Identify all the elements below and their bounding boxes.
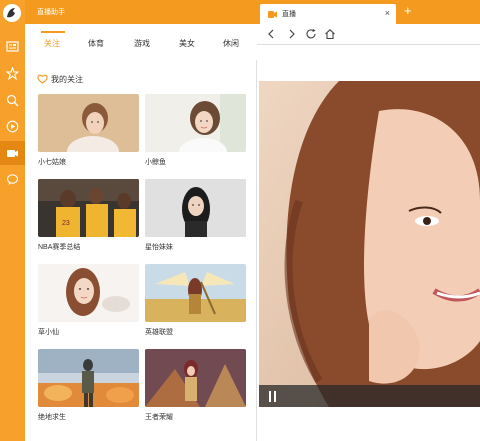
tab-games[interactable]: 游戏	[134, 38, 150, 49]
stream-card[interactable]: 王者荣耀	[145, 349, 246, 422]
section-header: 我的关注	[37, 73, 83, 85]
stream-card[interactable]: 草小仙	[38, 264, 139, 337]
close-icon[interactable]: ×	[385, 8, 390, 18]
stream-thumbnail: 23	[38, 179, 139, 237]
stream-thumbnail	[145, 179, 246, 237]
app-titlebar: 直播助手	[0, 0, 257, 24]
browser-toolbar	[257, 24, 480, 45]
stream-title: 草小仙	[38, 329, 59, 336]
browser-tab[interactable]: 直播 ×	[260, 4, 396, 24]
app-title: 直播助手	[37, 9, 65, 16]
sidebar	[0, 0, 25, 441]
stream-thumbnail	[145, 94, 246, 152]
category-tabs: 关注 体育 游戏 美女 休闲	[25, 24, 257, 60]
back-icon[interactable]	[265, 28, 277, 40]
heart-icon	[37, 74, 48, 84]
browser-tab-title: 直播	[282, 11, 296, 18]
stream-title: 王者荣耀	[145, 414, 173, 421]
stream-thumbnail	[38, 264, 139, 322]
stream-title: 小七姑娘	[38, 159, 66, 166]
stream-title: 星怡妹妹	[145, 244, 173, 251]
stream-card[interactable]: 小鲸鱼	[145, 94, 246, 167]
active-tab-underline	[41, 31, 65, 33]
stream-card[interactable]: 英雄联盟	[145, 264, 246, 337]
play-icon[interactable]	[6, 120, 19, 133]
home-icon[interactable]	[324, 28, 336, 40]
stream-thumbnail	[38, 94, 139, 152]
refresh-icon[interactable]	[305, 28, 317, 40]
video-player[interactable]	[259, 81, 480, 407]
live-assistant-app: 直播助手 关注 体育 游戏 美女 休闲 我的关注 小七姑娘 小鲸鱼 23 NBA…	[0, 0, 257, 441]
logo-icon[interactable]	[3, 4, 21, 22]
video-icon	[268, 10, 277, 18]
video-icon[interactable]	[6, 147, 19, 160]
section-title: 我的关注	[51, 74, 83, 84]
tab-leisure[interactable]: 休闲	[223, 38, 239, 49]
pause-icon[interactable]	[268, 391, 277, 402]
forward-icon[interactable]	[286, 28, 298, 40]
stream-title: 绝地求生	[38, 414, 66, 421]
stream-title: NBA赛季总结	[38, 244, 81, 251]
news-icon[interactable]	[6, 40, 19, 53]
stream-thumbnail	[145, 264, 246, 322]
tab-beauty[interactable]: 美女	[179, 38, 195, 49]
stream-card[interactable]: 23 NBA赛季总结	[38, 179, 139, 252]
browser-pane: 直播 × +	[257, 0, 480, 441]
stream-title: 英雄联盟	[145, 329, 173, 336]
stream-card[interactable]: 绝地求生	[38, 349, 139, 422]
stream-thumbnail	[38, 349, 139, 407]
browser-tab-strip: 直播 × +	[257, 0, 480, 24]
chat-icon[interactable]	[6, 173, 19, 186]
new-tab-button[interactable]: +	[404, 4, 412, 17]
stream-card[interactable]: 小七姑娘	[38, 94, 139, 167]
tab-sports[interactable]: 体育	[88, 38, 104, 49]
stream-title: 小鲸鱼	[145, 159, 166, 166]
star-icon[interactable]	[6, 67, 19, 80]
video-control-bar	[259, 385, 480, 407]
stream-card[interactable]: 星怡妹妹	[145, 179, 246, 252]
stream-thumbnail	[145, 349, 246, 407]
svg-text:23: 23	[62, 220, 70, 227]
search-icon[interactable]	[6, 94, 19, 107]
tab-following[interactable]: 关注	[44, 38, 60, 49]
